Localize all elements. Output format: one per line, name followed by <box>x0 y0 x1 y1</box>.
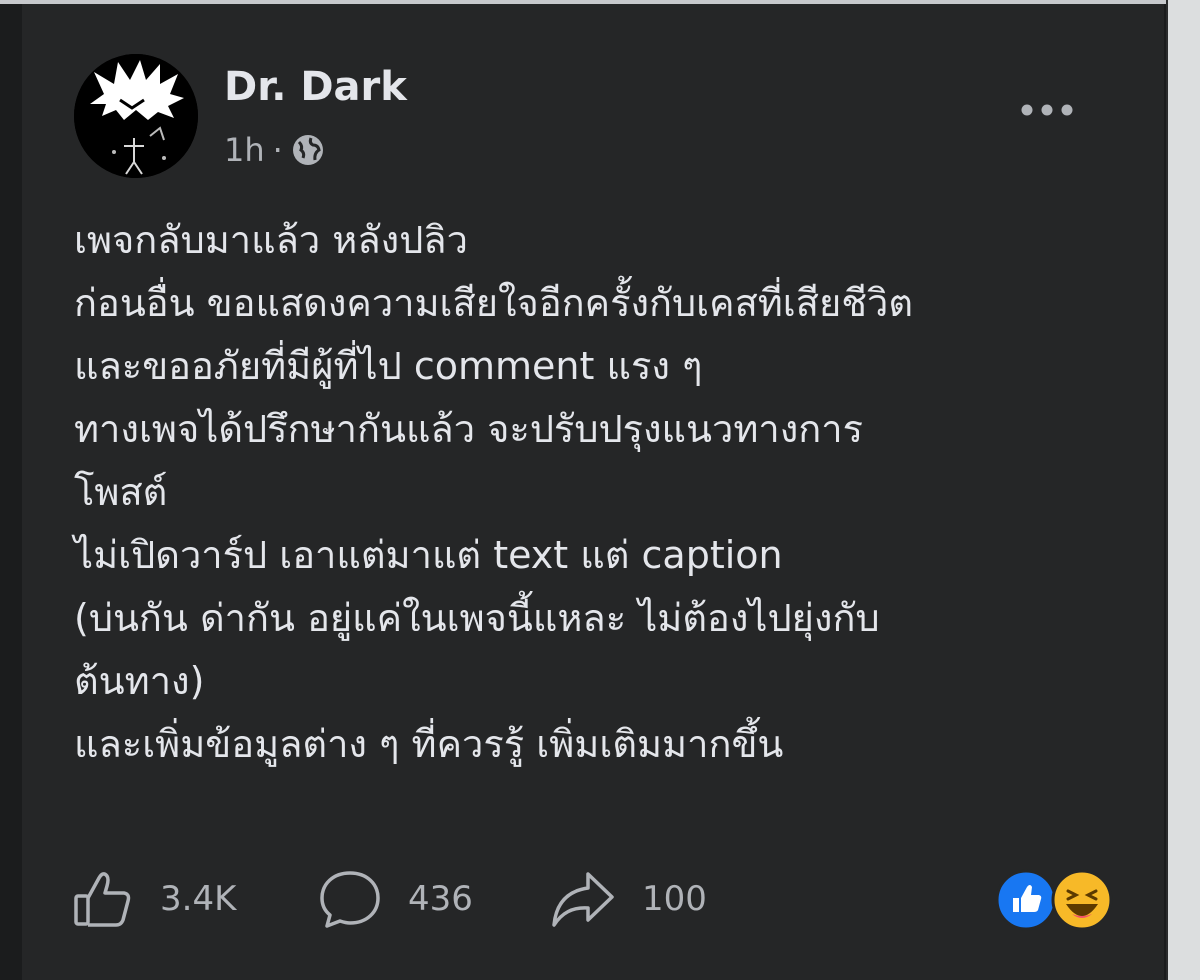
comment-bubble-icon <box>320 871 380 928</box>
reactions-icons <box>995 869 1113 931</box>
haha-reaction-icon <box>1051 869 1113 931</box>
post-meta: 1h · <box>224 128 325 172</box>
like-button[interactable]: 3.4K <box>72 864 236 934</box>
post-line: ทางเพจได้ปรึกษากันแล้ว จะปรับปรุงแนวทางก… <box>74 407 864 451</box>
like-reaction-icon <box>995 869 1057 931</box>
post-card: Dr. Dark 1h · เพจกลับมาแล้ว หลังปลิว ก่อ… <box>22 4 1164 980</box>
post-text: เพจกลับมาแล้ว หลังปลิว ก่อนอื่น ขอแสดงคว… <box>74 209 1134 776</box>
reactions-summary[interactable] <box>994 868 1118 932</box>
meta-separator: · <box>272 131 283 169</box>
share-button[interactable]: 100 <box>550 864 707 934</box>
comment-button[interactable]: 436 <box>318 864 473 934</box>
post-line: และขออภัยที่มีผู้ที่ไป comment แรง ๆ <box>74 344 703 388</box>
share-count: 100 <box>642 879 707 919</box>
avatar[interactable] <box>74 54 198 178</box>
post-time[interactable]: 1h <box>224 131 265 169</box>
more-options-button[interactable] <box>1012 88 1082 132</box>
like-count: 3.4K <box>160 879 237 919</box>
more-options-icon <box>1021 104 1073 116</box>
author-name[interactable]: Dr. Dark <box>224 64 407 110</box>
post-line: โพสต์ <box>74 470 168 514</box>
share-arrow-icon <box>552 872 614 927</box>
window-right-border <box>1166 0 1200 980</box>
post-line: เพจกลับมาแล้ว หลังปลิว <box>74 218 468 262</box>
post-line: (บ่นกัน ด่ากัน อยู่แค่ในเพจนี้แหละ ไม่ต้… <box>74 596 880 640</box>
thumbs-up-icon <box>74 872 131 927</box>
post-line: และเพิ่มข้อมูลต่าง ๆ ที่ควรรู้ เพิ่มเติม… <box>74 722 784 766</box>
post-line: ก่อนอื่น ขอแสดงความเสียใจอีกครั้งกับเคสท… <box>74 281 914 325</box>
comment-count: 436 <box>408 879 473 919</box>
post-line: ไม่เปิดวาร์ป เอาแต่มาแต่ text แต่ captio… <box>74 533 783 577</box>
globe-icon[interactable] <box>291 133 325 167</box>
avatar-image <box>74 54 198 178</box>
post-line: ต้นทาง) <box>74 659 205 703</box>
